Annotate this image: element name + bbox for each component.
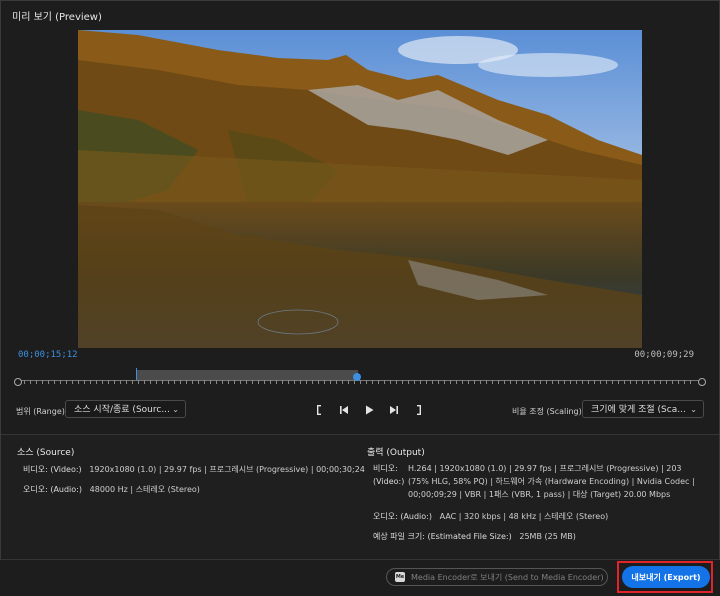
play-icon[interactable] [356,402,381,418]
output-title: 출력 (Output) [367,448,425,458]
source-video-label: 비디오: (Video:) [23,465,82,474]
scrub-start-handle[interactable] [14,378,22,386]
chevron-down-icon: ⌄ [172,405,179,414]
work-area-range[interactable] [136,370,358,380]
transport-controls [306,402,431,418]
current-timecode[interactable]: 00;00;15;12 [18,350,78,360]
source-title: 소스 (Source) [17,448,75,458]
source-audio-value: 48000 Hz | 스테레오 (Stereo) [89,485,200,494]
range-label: 범위 (Range) [16,407,65,416]
output-audio-label: 오디오: (Audio:) [373,512,432,521]
dialog-footer: Me Media Encoder로 보내기 (Send to Media Enc… [0,560,720,596]
output-audio-row: 오디오: (Audio:) AAC | 320 kbps | 48 kHz | … [373,510,608,523]
mark-out-icon[interactable] [406,402,431,418]
timeline-scrubber[interactable] [14,366,706,388]
source-audio-label: 오디오: (Audio:) [23,485,82,494]
source-audio-row: 오디오: (Audio:) 48000 Hz | 스테레오 (Stereo) [23,483,200,496]
chevron-down-icon: ⌄ [690,405,697,414]
send-to-media-encoder-label: Media Encoder로 보내기 (Send to Media Encode… [411,572,604,582]
scrub-end-handle[interactable] [698,378,706,386]
range-dropdown-value: 소스 시작/종료 (Sourc... [74,405,170,415]
timeline-ticks [24,380,696,384]
output-filesize-value: 25MB (25 MB) [519,532,576,541]
range-dropdown[interactable]: 소스 시작/종료 (Sourc... ⌄ [65,400,186,418]
send-to-media-encoder-button[interactable]: Me Media Encoder로 보내기 (Send to Media Enc… [386,568,608,586]
playhead[interactable] [353,373,361,381]
media-encoder-icon: Me [395,572,405,582]
preview-video [78,30,642,348]
preview-controls: 범위 (Range) 소스 시작/종료 (Sourc... ⌄ 비율 조정 (S… [0,400,720,422]
in-point-marker[interactable] [136,368,137,380]
output-video-label: 비디오: (Video:) [373,464,405,486]
step-back-icon[interactable] [331,402,356,418]
summary-panel: 소스 (Source) 비디오: (Video:) 1920x1080 (1.0… [1,434,719,560]
scaling-label: 비율 조정 (Scaling) [512,407,582,416]
scaling-dropdown[interactable]: 크기에 맞게 조절 (Sca... ⌄ [582,400,704,418]
source-video-row: 비디오: (Video:) 1920x1080 (1.0) | 29.97 fp… [23,463,365,476]
output-filesize-row: 예상 파일 크기: (Estimated File Size:) 25MB (2… [373,530,576,543]
export-button[interactable]: 내보내기 (Export) [622,566,710,588]
output-audio-value: AAC | 320 kbps | 48 kHz | 스테레오 (Stereo) [439,512,609,521]
output-video-value: H.264 | 1920x1080 (1.0) | 29.97 fps | 프로… [408,464,695,499]
output-filesize-label: 예상 파일 크기: (Estimated File Size:) [373,532,512,541]
duration-timecode: 00;00;09;29 [634,350,694,360]
mark-in-icon[interactable] [306,402,331,418]
step-forward-icon[interactable] [381,402,406,418]
scaling-dropdown-value: 크기에 맞게 조절 (Sca... [591,405,686,415]
preview-title: 미리 보기 (Preview) [12,12,102,23]
source-video-value: 1920x1080 (1.0) | 29.97 fps | 프로그레시브 (Pr… [89,465,365,474]
